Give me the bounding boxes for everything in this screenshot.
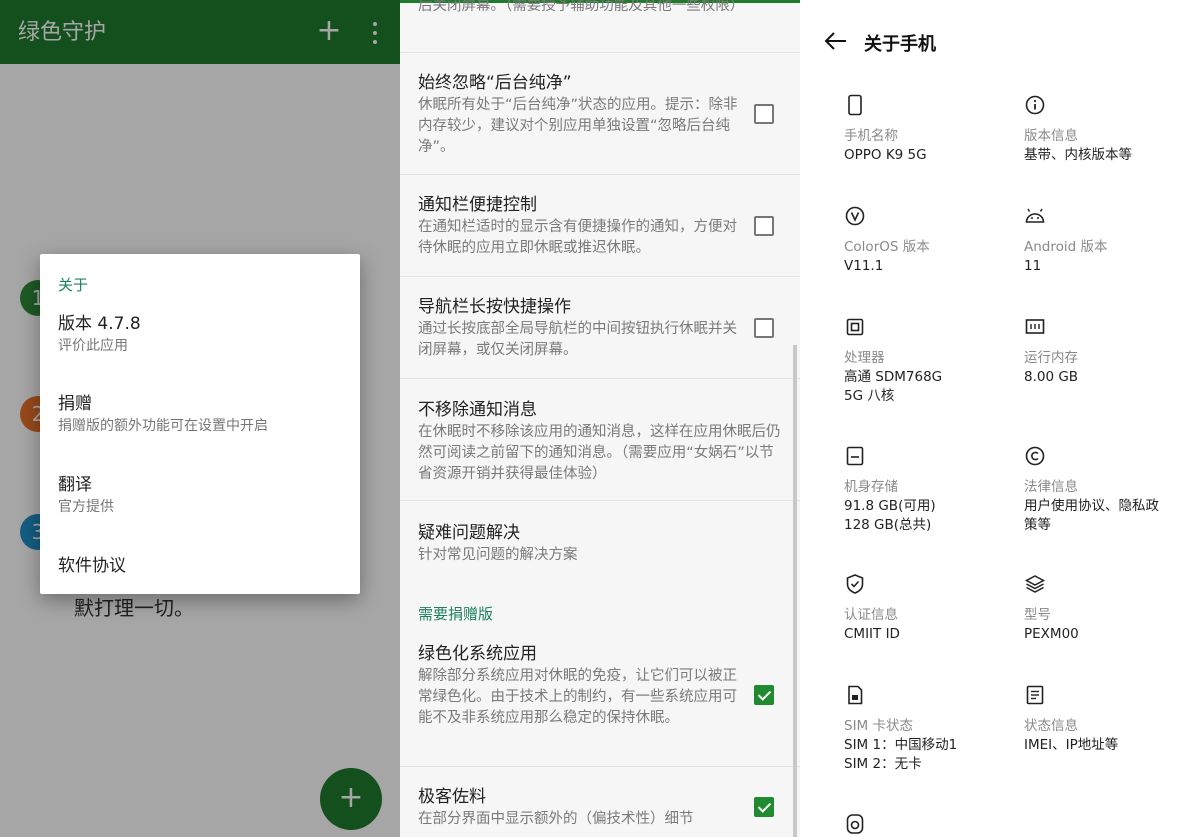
about-dialog: 关于 版本 4.7.8 评价此应用 捐赠 捐赠版的额外功能可在设置中开启 翻译 … xyxy=(40,254,360,594)
android-icon xyxy=(1024,205,1046,227)
setting-item-partial[interactable]: 后关闭屏幕。（需要授予辅助功能及其他一些权限） xyxy=(400,0,800,53)
info-cell-legal[interactable]: 法律信息 用户使用协议、隐私政策等 xyxy=(1024,445,1194,545)
cell-label: 处理器 xyxy=(844,350,885,366)
setting-item-keep-notifications[interactable]: 不移除通知消息 在休眠时不移除该应用的通知消息，这样在应用休眠后仍然可阅读之前留… xyxy=(400,379,800,501)
storage-icon xyxy=(844,445,866,467)
green-guard-main-screen: 绿色守护 + 1 2 3 默打理一切。 + 关于 版本 4.7.8 评价此应用 … xyxy=(0,0,400,837)
cpu-icon xyxy=(844,316,866,338)
phone-icon xyxy=(844,94,866,116)
setting-checkbox-checked[interactable] xyxy=(754,797,774,817)
cell-value: IMEI、IP地址等 xyxy=(1024,737,1119,753)
setting-title: 始终忽略“后台纯净” xyxy=(418,73,572,93)
memory-icon xyxy=(1024,316,1046,338)
setting-item-greenify-system-apps[interactable]: 绿色化系统应用 解除部分系统应用对休眠的免疫，让它们可以被正常绿色化。由于技术上… xyxy=(400,632,800,767)
info-cell-status[interactable]: 状态信息 IMEI、IP地址等 xyxy=(1024,684,1194,784)
dialog-item-title: 版本 4.7.8 xyxy=(58,314,141,334)
dialog-item-subtitle: 评价此应用 xyxy=(58,338,128,354)
document-icon xyxy=(1024,684,1046,706)
dialog-item-license[interactable]: 软件协议 xyxy=(58,554,348,578)
cell-label: 认证信息 xyxy=(844,607,898,623)
scrollbar[interactable] xyxy=(793,345,797,837)
setting-desc: 在通知栏适时的显示含有便捷操作的通知，方便对待休眠的应用立即休眠或推迟休眠。 xyxy=(418,219,737,256)
dialog-item-title: 捐赠 xyxy=(58,394,92,414)
setting-checkbox[interactable] xyxy=(754,318,774,338)
info-cell-model[interactable]: 型号 PEXM00 xyxy=(1024,573,1194,663)
setting-desc: 解除部分系统应用对休眠的免疫，让它们可以被正常绿色化。由于技术上的制约，有一些系… xyxy=(418,668,737,726)
setting-checkbox[interactable] xyxy=(754,216,774,236)
setting-item-ignore-bg-clean[interactable]: 始终忽略“后台纯净” 休眠所有处于“后台纯净”状态的应用。提示：除非内存较少，建… xyxy=(400,53,800,175)
cell-value: 高通 SDM768G 5G 八核 xyxy=(844,369,943,404)
cell-label: 法律信息 xyxy=(1024,479,1078,495)
setting-item-geek-details[interactable]: 极客佐料 在部分界面中显示额外的（偏技术性）细节 xyxy=(400,767,800,837)
cell-value: 91.8 GB(可用) 128 GB(总共) xyxy=(844,498,936,533)
about-phone-screen: 关于手机 手机名称 OPPO K9 5G 版本信息 基带、内核版本等 Color… xyxy=(800,0,1195,837)
info-cell-sim-status[interactable]: SIM 卡状态 SIM 1：中国移动1 SIM 2：无卡 xyxy=(844,684,1014,784)
info-cell-android[interactable]: Android 版本 11 xyxy=(1024,205,1194,295)
setting-title: 绿色化系统应用 xyxy=(418,644,537,664)
info-cell-memory[interactable]: 运行内存 8.00 GB xyxy=(1024,316,1194,416)
camera-icon xyxy=(844,812,866,834)
setting-desc: 后关闭屏幕。（需要授予辅助功能及其他一些权限） xyxy=(418,0,745,14)
cell-label: 版本信息 xyxy=(1024,128,1078,144)
back-arrow-icon[interactable] xyxy=(824,30,848,52)
dialog-item-subtitle: 官方提供 xyxy=(58,499,114,515)
dialog-title: 关于 xyxy=(58,276,89,294)
dialog-item-version[interactable]: 版本 4.7.8 评价此应用 xyxy=(58,312,348,356)
dialog-item-title: 翻译 xyxy=(58,475,92,495)
setting-desc: 在部分界面中显示额外的（偏技术性）细节 xyxy=(418,811,694,827)
cell-label: 型号 xyxy=(1024,607,1051,623)
cell-label: 手机名称 xyxy=(844,128,898,144)
info-cell-partial[interactable] xyxy=(844,812,1014,837)
setting-title: 不移除通知消息 xyxy=(418,400,537,420)
info-icon xyxy=(1024,94,1046,116)
setting-title: 极客佐料 xyxy=(418,787,486,807)
cell-value: 11 xyxy=(1024,258,1042,274)
setting-desc: 在休眠时不移除该应用的通知消息，这样在应用休眠后仍然可阅读之前留下的通知消息。（… xyxy=(418,424,781,482)
cell-value: V11.1 xyxy=(844,258,884,274)
cell-label: SIM 卡状态 xyxy=(844,718,913,734)
info-cell-processor[interactable]: 处理器 高通 SDM768G 5G 八核 xyxy=(844,316,1014,416)
cell-label: 运行内存 xyxy=(1024,350,1078,366)
donate-section-header: 需要捐赠版 xyxy=(418,605,494,623)
info-cell-storage[interactable]: 机身存储 91.8 GB(可用) 128 GB(总共) xyxy=(844,445,1014,545)
info-cell-version[interactable]: 版本信息 基带、内核版本等 xyxy=(1024,94,1194,184)
copyright-icon xyxy=(1024,445,1046,467)
dialog-item-translate[interactable]: 翻译 官方提供 xyxy=(58,473,348,517)
info-cell-phone-name[interactable]: 手机名称 OPPO K9 5G xyxy=(844,94,1014,184)
setting-desc: 休眠所有处于“后台纯净”状态的应用。提示：除非内存较少，建议对个别应用单独设置“… xyxy=(418,97,738,155)
setting-item-navbar-longpress[interactable]: 导航栏长按快捷操作 通过长按底部全局导航栏的中间按钮执行休眠并关闭屏幕，或仅关闭… xyxy=(400,277,800,379)
dialog-item-title: 软件协议 xyxy=(58,556,126,576)
setting-desc: 通过长按底部全局导航栏的中间按钮执行休眠并关闭屏幕，或仅关闭屏幕。 xyxy=(418,321,737,358)
cell-value: OPPO K9 5G xyxy=(844,147,927,163)
cell-value: 用户使用协议、隐私政策等 xyxy=(1024,498,1159,533)
cell-value: 8.00 GB xyxy=(1024,369,1079,385)
layers-icon xyxy=(1024,573,1046,595)
cell-value: 基带、内核版本等 xyxy=(1024,147,1132,163)
cell-value: CMIIT ID xyxy=(844,626,900,642)
cell-label: 机身存储 xyxy=(844,479,898,495)
cell-label: ColorOS 版本 xyxy=(844,239,930,255)
shield-check-icon xyxy=(844,573,866,595)
setting-item-notification-control[interactable]: 通知栏便捷控制 在通知栏适时的显示含有便捷操作的通知，方便对待休眠的应用立即休眠… xyxy=(400,175,800,277)
setting-desc: 针对常见问题的解决方案 xyxy=(418,547,578,563)
setting-title: 导航栏长按快捷操作 xyxy=(418,297,571,317)
settings-list-screen: 后关闭屏幕。（需要授予辅助功能及其他一些权限） 始终忽略“后台纯净” 休眠所有处… xyxy=(400,0,800,837)
setting-checkbox[interactable] xyxy=(754,104,774,124)
page-title: 关于手机 xyxy=(864,34,936,55)
cell-value: SIM 1：中国移动1 SIM 2：无卡 xyxy=(844,737,958,772)
info-cell-coloros[interactable]: ColorOS 版本 V11.1 xyxy=(844,205,1014,295)
dialog-item-donate[interactable]: 捐赠 捐赠版的额外功能可在设置中开启 xyxy=(58,392,348,436)
setting-item-troubleshoot[interactable]: 疑难问题解决 针对常见问题的解决方案 xyxy=(400,501,800,585)
cell-label: Android 版本 xyxy=(1024,239,1108,255)
cell-label: 状态信息 xyxy=(1024,718,1078,734)
sim-card-icon xyxy=(844,684,866,706)
dialog-item-subtitle: 捐赠版的额外功能可在设置中开启 xyxy=(58,418,268,434)
setting-title: 疑难问题解决 xyxy=(418,523,520,543)
info-cell-certification[interactable]: 认证信息 CMIIT ID xyxy=(844,573,1014,663)
cell-value: PEXM00 xyxy=(1024,626,1079,642)
setting-title: 通知栏便捷控制 xyxy=(418,195,537,215)
coloros-icon xyxy=(844,205,866,227)
setting-checkbox-checked[interactable] xyxy=(754,685,774,705)
